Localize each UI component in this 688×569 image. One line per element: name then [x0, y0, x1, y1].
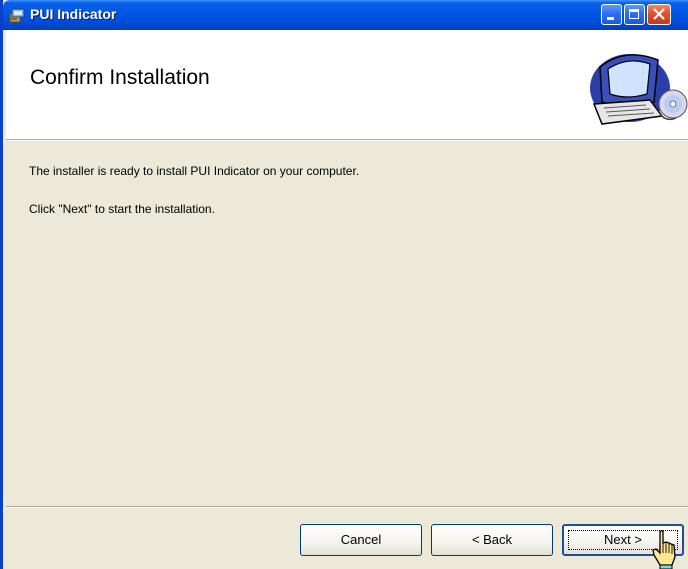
- minimize-button[interactable]: [601, 4, 622, 25]
- close-icon: [653, 8, 665, 20]
- maximize-icon: [629, 9, 639, 19]
- next-instruction: Click "Next" to start the installation.: [29, 202, 215, 216]
- button-divider-highlight: [6, 507, 688, 508]
- cancel-button[interactable]: Cancel: [300, 524, 422, 556]
- title-bar[interactable]: PUI Indicator: [3, 0, 688, 30]
- next-button-label: Next >: [604, 532, 642, 547]
- hand-pointer-icon: [652, 530, 676, 569]
- maximize-button[interactable]: [624, 4, 645, 25]
- ready-message: The installer is ready to install PUI In…: [29, 164, 360, 178]
- page-title: Confirm Installation: [30, 66, 210, 89]
- window-title: PUI Indicator: [30, 6, 117, 22]
- close-button[interactable]: [647, 4, 671, 25]
- installer-package-icon: [9, 8, 25, 23]
- header-banner: Confirm Installation: [6, 30, 688, 140]
- back-button[interactable]: < Back: [431, 524, 553, 556]
- minimize-icon: [607, 17, 614, 20]
- installer-window: PUI Indicator Confirm Installation The i…: [0, 0, 688, 569]
- banner-separator: [6, 140, 688, 141]
- computer-cd-icon: [590, 54, 688, 125]
